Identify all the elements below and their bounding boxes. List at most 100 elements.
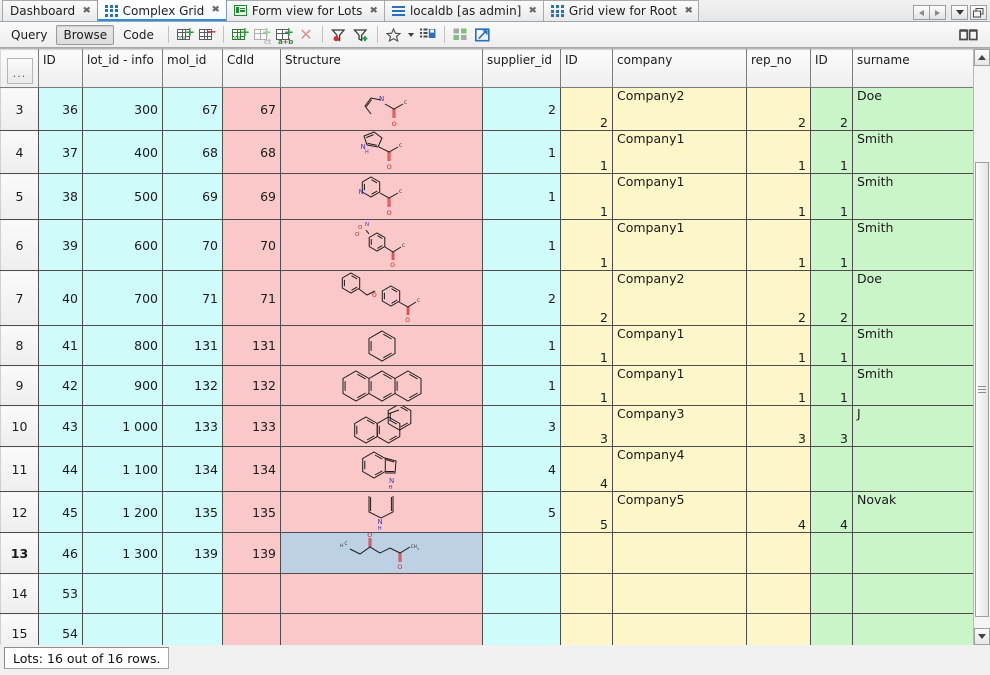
cell-lot_id_info[interactable]: 800 — [83, 326, 163, 366]
cell-id[interactable]: 41 — [39, 326, 83, 366]
table-row[interactable]: 7407007171OOC22Company222Doe — [1, 271, 974, 326]
cell-rep_no[interactable]: 4 — [747, 492, 811, 533]
close-icon[interactable]: ✖ — [529, 7, 538, 16]
cell-id[interactable]: 38 — [39, 174, 83, 220]
cell-company[interactable]: Company1 — [613, 326, 747, 366]
cell-structure[interactable] — [281, 406, 483, 447]
table-row[interactable]: 12451 200135135NH55Company544Novak — [1, 492, 974, 533]
cell-surname[interactable] — [853, 614, 974, 646]
cell-surname[interactable] — [853, 533, 974, 574]
cell-lot_id_info[interactable]: 1 100 — [83, 447, 163, 492]
cell-supplier_id[interactable]: 2 — [483, 271, 561, 326]
cell-company[interactable]: Company5 — [613, 492, 747, 533]
cell-lot_id_info[interactable]: 1 300 — [83, 533, 163, 574]
table-row[interactable]: 6396007070ONOOC11Company111Smith — [1, 220, 974, 271]
column-header-supplier-id[interactable]: supplier_id — [483, 50, 561, 88]
cell-company[interactable]: Company2 — [613, 271, 747, 326]
scroll-tabs-right-button[interactable] — [929, 5, 946, 20]
cell-rep_no[interactable]: 1 — [747, 131, 811, 174]
toggle-panel-button[interactable] — [956, 25, 982, 45]
row-header-cell[interactable]: 9 — [1, 366, 39, 406]
cell-id2[interactable]: 3 — [561, 406, 613, 447]
cell-surname[interactable]: Smith — [853, 174, 974, 220]
cell-id2[interactable]: 4 — [561, 447, 613, 492]
cell-surname[interactable] — [853, 574, 974, 614]
row-header-cell[interactable]: 6 — [1, 220, 39, 271]
cell-structure[interactable] — [281, 574, 483, 614]
cell-id2[interactable]: 1 — [561, 326, 613, 366]
restore-window-button[interactable] — [970, 5, 987, 20]
cell-cdid[interactable]: 70 — [223, 220, 281, 271]
cell-supplier_id[interactable] — [483, 614, 561, 646]
cell-supplier_id[interactable] — [483, 533, 561, 574]
cell-rep_no[interactable]: 3 — [747, 406, 811, 447]
add-calculated-column-button[interactable]: + ct — [251, 25, 273, 45]
table-row[interactable]: 13461 300139139HCOOCH3 — [1, 533, 974, 574]
cell-id[interactable]: 39 — [39, 220, 83, 271]
table-row[interactable]: 11441 100134134NH44Company4 — [1, 447, 974, 492]
table-row[interactable]: 4374006868NHOC11Company111Smith — [1, 131, 974, 174]
tab-grid-view-for-root[interactable]: Grid view for Root ✖ — [543, 0, 700, 21]
close-icon[interactable]: ✖ — [684, 7, 693, 16]
row-header-cell[interactable]: 15 — [1, 614, 39, 646]
delete-column-button[interactable]: ✕ — [295, 25, 317, 45]
table-row[interactable]: 84180013113111Company111Smith — [1, 326, 974, 366]
cell-company[interactable]: Company1 — [613, 131, 747, 174]
query-mode-button[interactable]: Query — [4, 25, 54, 45]
column-header-lot-id-info[interactable]: lot_id - info — [83, 50, 163, 88]
cell-cdid[interactable]: 134 — [223, 447, 281, 492]
cell-mol_id[interactable]: 139 — [163, 533, 223, 574]
favorites-button[interactable] — [383, 25, 405, 45]
cell-supplier_id[interactable]: 3 — [483, 406, 561, 447]
cell-structure[interactable] — [281, 366, 483, 406]
cell-company[interactable]: Company3 — [613, 406, 747, 447]
cell-structure[interactable] — [281, 326, 483, 366]
code-mode-button[interactable]: Code — [116, 25, 161, 45]
cell-rep_no[interactable]: 1 — [747, 366, 811, 406]
cell-cdid[interactable]: 139 — [223, 533, 281, 574]
cell-company[interactable] — [613, 614, 747, 646]
cell-id[interactable]: 54 — [39, 614, 83, 646]
cell-cdid[interactable]: 135 — [223, 492, 281, 533]
cell-lot_id_info[interactable]: 1 000 — [83, 406, 163, 447]
cell-id[interactable]: 46 — [39, 533, 83, 574]
cell-rep_no[interactable]: 1 — [747, 326, 811, 366]
cell-mol_id[interactable] — [163, 614, 223, 646]
cell-mol_id[interactable] — [163, 574, 223, 614]
cell-mol_id[interactable]: 68 — [163, 131, 223, 174]
row-header-cell[interactable]: 4 — [1, 131, 39, 174]
layout-blocks-button[interactable] — [450, 25, 472, 45]
row-header-cell[interactable]: 13 — [1, 533, 39, 574]
cell-rep_no[interactable] — [747, 447, 811, 492]
column-header-structure[interactable]: Structure — [281, 50, 483, 88]
cell-rep_no[interactable]: 2 — [747, 271, 811, 326]
cell-lot_id_info[interactable]: 500 — [83, 174, 163, 220]
cell-id3[interactable]: 1 — [811, 366, 853, 406]
add-record-button[interactable]: + — [229, 25, 251, 45]
delete-row-button[interactable]: − — [196, 25, 218, 45]
scroll-tabs-left-button[interactable] — [913, 5, 930, 20]
table-row[interactable]: 1554 — [1, 614, 974, 646]
cell-supplier_id[interactable]: 1 — [483, 220, 561, 271]
cell-id3[interactable]: 1 — [811, 174, 853, 220]
column-header-id-2[interactable]: ID — [561, 50, 613, 88]
add-formula-column-button[interactable]: + a+b — [273, 25, 295, 45]
cell-id[interactable]: 45 — [39, 492, 83, 533]
cell-lot_id_info[interactable]: 700 — [83, 271, 163, 326]
cell-surname[interactable]: Smith — [853, 220, 974, 271]
cell-mol_id[interactable]: 135 — [163, 492, 223, 533]
cell-mol_id[interactable]: 131 — [163, 326, 223, 366]
cell-id[interactable]: 42 — [39, 366, 83, 406]
cell-supplier_id[interactable]: 2 — [483, 88, 561, 131]
tab-list-dropdown-button[interactable] — [951, 5, 968, 20]
cell-mol_id[interactable]: 67 — [163, 88, 223, 131]
cell-company[interactable]: Company4 — [613, 447, 747, 492]
cell-cdid[interactable] — [223, 574, 281, 614]
cell-id2[interactable]: 1 — [561, 131, 613, 174]
cell-id2[interactable]: 1 — [561, 220, 613, 271]
cell-structure[interactable]: NH — [281, 492, 483, 533]
cell-surname[interactable]: Smith — [853, 366, 974, 406]
cell-id3[interactable] — [811, 614, 853, 646]
cell-lot_id_info[interactable]: 1 200 — [83, 492, 163, 533]
cell-mol_id[interactable]: 69 — [163, 174, 223, 220]
